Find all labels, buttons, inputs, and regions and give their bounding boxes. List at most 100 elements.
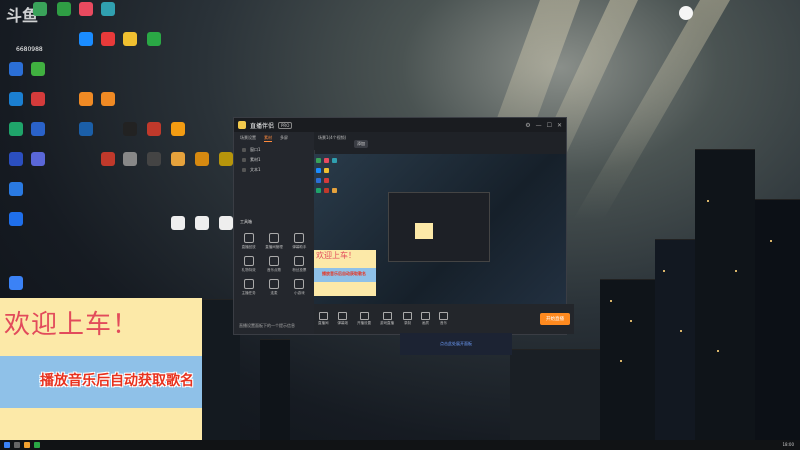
tool-item[interactable]: 粉丝投票 (289, 256, 310, 273)
tool-item[interactable]: 直播回放 (238, 233, 259, 250)
desktop-icon[interactable] (6, 182, 26, 204)
tool-item[interactable]: 礼物特效 (238, 256, 259, 273)
desktop-icon[interactable] (30, 2, 50, 24)
tool-label: 主播任务 (241, 291, 256, 295)
desktop-icon[interactable] (28, 152, 48, 174)
desktop-icon[interactable] (6, 152, 26, 174)
preview-overlay-subtitle: 播放音乐后自动获取歌名 (314, 268, 376, 282)
desktop-icon[interactable] (676, 6, 696, 28)
desktop-icon[interactable] (6, 212, 26, 234)
desktop-icon[interactable] (28, 62, 48, 84)
building (755, 199, 800, 450)
desktop-icon[interactable] (120, 152, 140, 174)
preview-icon (316, 158, 321, 163)
settings-icon[interactable]: ⚙ (525, 122, 530, 129)
version-tag[interactable]: PRO (278, 121, 293, 129)
desktop-icon[interactable] (28, 92, 48, 114)
music-icon (439, 312, 448, 320)
preview-icon (316, 168, 321, 173)
source-label: 素材1 (250, 157, 261, 162)
expand-panel-text: 点击此处展开面板 (440, 341, 472, 346)
desktop-icon[interactable] (168, 152, 188, 174)
desktop-icon[interactable] (76, 122, 96, 144)
tool-item[interactable]: 小游戏 (289, 279, 310, 296)
clock[interactable]: 18:00 (782, 442, 794, 447)
source-row[interactable]: 窗口1 (234, 145, 314, 155)
source-row[interactable]: 文本1 (234, 165, 314, 175)
desktop-icon[interactable] (54, 2, 74, 24)
sidebar-tabs: 场景设置 素材 多屏 (234, 132, 314, 145)
taskbar-app-icon[interactable] (24, 442, 30, 448)
tool-label: 直播间管理 (265, 245, 283, 249)
tool-label: 直播回放 (241, 245, 256, 249)
preview-icon (324, 168, 329, 173)
sidebar: 场景设置 素材 多屏 窗口1 素材1 文本1 工具箱 直播回放 直播间管理 弹幕… (234, 132, 315, 334)
desktop-icon[interactable] (144, 32, 164, 54)
tool-item[interactable]: 主播任务 (238, 279, 259, 296)
desktop-icon[interactable] (192, 152, 212, 174)
desktop-icon[interactable] (98, 152, 118, 174)
preview-icon (324, 188, 329, 193)
start-icon[interactable] (4, 442, 10, 448)
desktop-icon[interactable] (144, 152, 164, 174)
overlay-subtitle: 播放音乐后自动获取歌名 (40, 373, 194, 389)
eye-icon[interactable] (242, 158, 246, 162)
tool-label: 礼物特效 (241, 268, 256, 272)
tool-icon (268, 233, 279, 243)
app-notice: 直播设置面板下的一个提示信息 (239, 323, 295, 328)
desktop-icon[interactable] (76, 32, 96, 54)
desktop-icon[interactable] (168, 216, 188, 238)
desktop-icon[interactable] (98, 2, 118, 24)
desktop-icon[interactable] (6, 122, 26, 144)
desktop-icon[interactable] (6, 276, 26, 298)
app-logo-icon (238, 121, 246, 129)
stream-overlay: 欢迎上车！ 播放音乐后自动获取歌名 (0, 298, 202, 450)
eye-icon[interactable] (242, 148, 246, 152)
desktop-icon[interactable] (6, 92, 26, 114)
tool-icon (294, 233, 305, 243)
desktop-icon[interactable] (144, 122, 164, 144)
preview-overlay: 欢迎上车！ 播放音乐后自动获取歌名 (314, 250, 376, 296)
tool-item[interactable]: 连麦 (263, 279, 284, 296)
preview-icon (332, 188, 337, 193)
search-icon[interactable] (14, 442, 20, 448)
desktop-icon[interactable] (120, 32, 140, 54)
building (695, 149, 755, 450)
preview-icon (324, 178, 329, 183)
desktop-icon[interactable] (6, 62, 26, 84)
tool-label: 小游戏 (294, 291, 305, 295)
quality-icon (421, 312, 430, 320)
game-icon (382, 312, 392, 320)
desktop-icon[interactable] (192, 216, 212, 238)
tab-scene[interactable]: 场景设置 (240, 135, 256, 142)
eye-icon[interactable] (242, 168, 246, 172)
maximize-icon[interactable]: ☐ (547, 122, 552, 129)
window-controls: ⚙ — ☐ ✕ (525, 122, 562, 129)
desktop-icon[interactable] (168, 122, 188, 144)
source-row[interactable]: 素材1 (234, 155, 314, 165)
tool-item[interactable]: 直播间管理 (263, 233, 284, 250)
source-label: 文本1 (250, 167, 261, 172)
desktop-icon[interactable] (76, 92, 96, 114)
taskbar-app-icon[interactable] (34, 442, 40, 448)
tab-material[interactable]: 素材 (264, 135, 272, 142)
minimize-icon[interactable]: — (536, 122, 542, 129)
add-scene-button[interactable]: 添加 (354, 140, 368, 148)
stream-preview[interactable]: 欢迎上车！ 播放音乐后自动获取歌名 (314, 154, 566, 304)
tools-title: 工具箱 (240, 219, 252, 224)
preview-overlay-title: 欢迎上车！ (314, 250, 376, 268)
app-name: 直播伴侣 (250, 122, 275, 130)
desktop-icon[interactable] (120, 122, 140, 144)
desktop-icon[interactable] (28, 122, 48, 144)
tab-multiscreen[interactable]: 多屏 (280, 135, 288, 142)
tool-item[interactable]: 弹幕助手 (289, 233, 310, 250)
expand-panel[interactable]: 点击此处展开面板 (400, 333, 512, 355)
record-icon (403, 312, 412, 320)
tool-icon (243, 279, 254, 289)
desktop-icon[interactable] (76, 2, 96, 24)
desktop-icon[interactable] (98, 92, 118, 114)
tool-item[interactable]: 音乐点歌 (263, 256, 284, 273)
close-icon[interactable]: ✕ (557, 122, 562, 129)
preview-overlay-bottom (314, 282, 376, 296)
desktop-icon[interactable] (98, 32, 118, 54)
